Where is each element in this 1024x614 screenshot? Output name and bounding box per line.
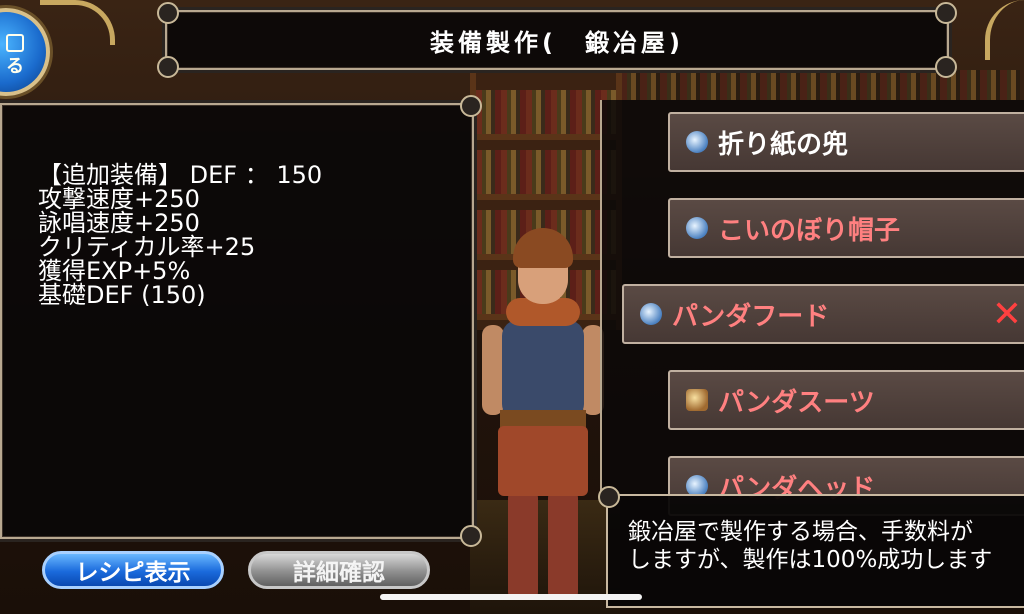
bookshelf-top (600, 70, 1020, 100)
info-tooltip: 鍛冶屋で製作する場合、手数料が しますが、製作は100%成功します (598, 486, 1024, 608)
tooltip-line-2: しますが、製作は100%成功します (628, 547, 993, 573)
recipe-display-button[interactable]: レシピ表示 (42, 551, 224, 589)
stat-line: 基礎DEF (150) (38, 281, 206, 309)
helmet-icon (686, 131, 708, 153)
detail-check-button[interactable]: 詳細確認 (248, 551, 430, 589)
stats-text: 【追加装備】 DEF ： 150 攻撃速度+250 詠唱速度+250 クリティカ… (38, 163, 322, 307)
list-item-origami-helmet[interactable]: 折り紙の兜 (668, 112, 1024, 172)
helmet-icon (640, 303, 662, 325)
stat-line: 【追加装備】 DEF ： 150 (38, 161, 323, 189)
page-title: 装備製作( 鍛冶屋) (430, 28, 684, 57)
home-indicator[interactable] (380, 594, 642, 600)
stat-line: 攻撃速度+250 (38, 185, 200, 213)
title-bar: 装備製作( 鍛冶屋) (157, 2, 957, 78)
item-label: 折り紙の兜 (718, 129, 849, 160)
equipment-stats-panel: 【追加装備】 DEF ： 150 攻撃速度+250 詠唱速度+250 クリティカ… (0, 95, 482, 547)
suit-icon (686, 389, 708, 411)
item-label: パンダスーツ (718, 387, 875, 418)
list-item-koinobori-hat[interactable]: こいのぼり帽子 (668, 198, 1024, 258)
equipment-list[interactable]: 折り紙の兜 こいのぼり帽子 パンダフード ✕ パンダスーツ パンダヘッド (600, 100, 1024, 516)
list-item-panda-suit[interactable]: パンダスーツ (668, 370, 1024, 430)
character-avatar (478, 220, 608, 610)
helmet-icon (686, 217, 708, 239)
item-label: こいのぼり帽子 (718, 215, 901, 246)
list-item-panda-hood[interactable]: パンダフード ✕ (622, 284, 1024, 344)
item-label: パンダフード (672, 301, 830, 332)
close-icon[interactable]: ✕ (992, 294, 1022, 335)
stat-line: 獲得EXP+5% (38, 257, 191, 285)
back-icon (6, 34, 24, 52)
back-button-label: る (6, 56, 24, 77)
stat-line: 詠唱速度+250 (38, 209, 200, 237)
stat-line: クリティカル率+25 (38, 233, 256, 261)
